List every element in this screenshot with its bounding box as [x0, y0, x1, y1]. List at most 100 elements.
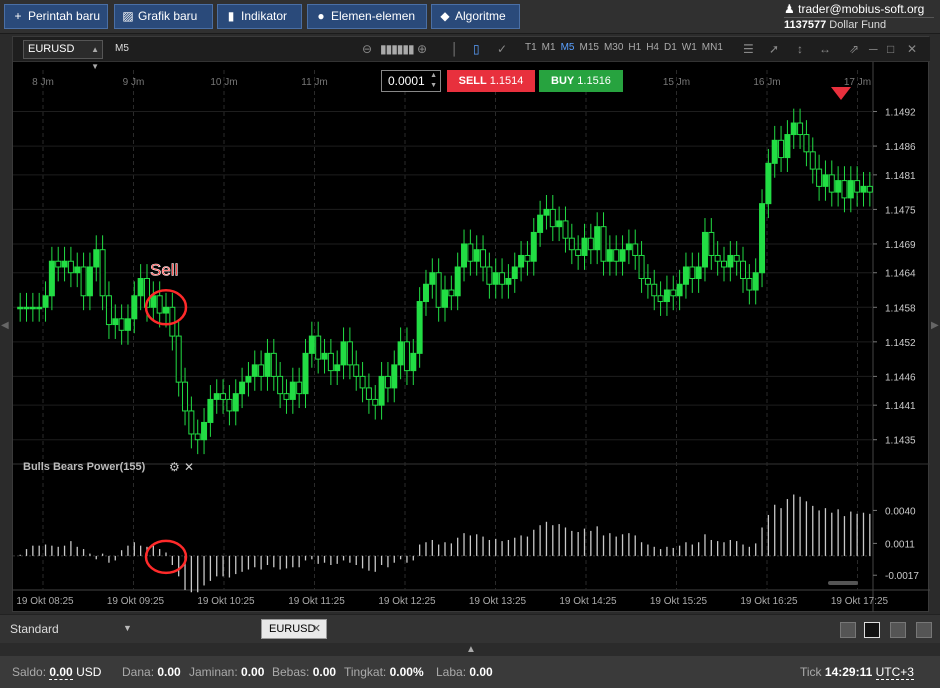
candle-body: [657, 295, 664, 303]
buy-button[interactable]: BUY 1.1516: [539, 70, 623, 92]
volume-input[interactable]: 0.0001 ▲ ▼: [381, 70, 441, 92]
candle-body: [182, 381, 189, 412]
tf-M5[interactable]: M5: [561, 42, 575, 53]
margin: Jaminan: 0.00: [189, 665, 265, 679]
layout-vertical-icon[interactable]: [890, 622, 906, 638]
candle-body: [822, 174, 829, 187]
candle-body: [17, 306, 24, 310]
chevron-down-icon[interactable]: ▼: [123, 623, 132, 633]
timezone-select[interactable]: UTC+3: [875, 665, 914, 680]
popout-icon[interactable]: ⇗: [849, 41, 859, 57]
candle-body: [378, 375, 385, 406]
candle-body: [778, 139, 785, 159]
candle-body: [296, 381, 303, 395]
algorithm-button[interactable]: ◆ Algoritme: [431, 4, 520, 29]
candle-body: [93, 249, 100, 268]
account-info[interactable]: ♟ trader@mobius-soft.org 1137577 Dollar …: [784, 2, 934, 31]
candle-body: [797, 122, 804, 136]
new-order-button[interactable]: + Perintah baru: [4, 4, 108, 29]
candle-body: [784, 134, 791, 159]
candle-body: [499, 272, 506, 285]
candle-body: [239, 381, 246, 395]
tf-T1[interactable]: T1: [525, 42, 537, 53]
new-chart-button[interactable]: ▨ Grafik baru: [114, 4, 213, 29]
line-chart-type-icon[interactable]: ✓: [497, 41, 507, 57]
right-collapse-arrow-icon[interactable]: ▶: [931, 320, 939, 331]
tf-M30[interactable]: M30: [604, 42, 623, 53]
bar-chart-type-icon[interactable]: │: [451, 41, 459, 57]
candle-body: [720, 260, 727, 268]
left-collapse-arrow-icon[interactable]: ◀: [1, 320, 9, 331]
candlestick-type-icon[interactable]: ▯: [473, 41, 480, 57]
candle-body: [454, 266, 461, 297]
candle-body: [575, 249, 582, 256]
candle-body: [803, 134, 810, 153]
price-tick-label: 1.1475: [885, 205, 916, 216]
new-order-label: Perintah baru: [28, 9, 101, 23]
time-axis-label: 19 Okt 08:25: [16, 596, 74, 607]
indicator-settings-icon[interactable]: ⚙: [169, 460, 180, 474]
candle-body: [226, 398, 233, 412]
chart-settings-icon[interactable]: ☰: [743, 41, 754, 57]
symbol-select[interactable]: EURUSD ▲ ▼: [23, 40, 103, 71]
crosshair-icon[interactable]: ➚: [769, 41, 779, 57]
line-chart-icon: ▨: [122, 9, 134, 23]
minimize-icon[interactable]: ─: [869, 41, 878, 57]
tf-M15[interactable]: M15: [579, 42, 598, 53]
maximize-icon[interactable]: □: [887, 41, 894, 57]
volume-spinner-icon[interactable]: ▲ ▼: [430, 71, 437, 91]
candle-body: [74, 266, 81, 274]
layout-grid-icon[interactable]: [864, 622, 880, 638]
tf-W1[interactable]: W1: [682, 42, 697, 53]
candle-body: [61, 260, 68, 268]
layout-horizontal-icon[interactable]: [916, 622, 932, 638]
zoom-slider[interactable]: ▮▮▮▮▮▮: [380, 41, 415, 57]
top-time-label: 8 Jm: [32, 77, 54, 88]
funds: Dana: 0.00: [122, 665, 181, 679]
candle-body: [556, 220, 563, 228]
candle-body: [689, 266, 696, 279]
indicator-close-icon[interactable]: ✕: [184, 460, 194, 474]
workspace-select[interactable]: Standard: [10, 622, 59, 636]
candle-body: [150, 295, 157, 308]
tf-H1[interactable]: H1: [628, 42, 641, 53]
price-tick-label: 1.1469: [885, 240, 916, 251]
elements-button[interactable]: ● Elemen-elemen: [307, 4, 427, 29]
vertical-scale-icon[interactable]: ↕: [797, 41, 803, 57]
indicator-label: Indikator: [241, 9, 288, 23]
candle-body: [486, 266, 493, 285]
tf-H4[interactable]: H4: [646, 42, 659, 53]
expand-panel-icon[interactable]: ▲: [466, 644, 476, 655]
diamond-icon: ◆: [440, 9, 450, 23]
price-tick-label: 1.1446: [885, 372, 916, 383]
price-chart[interactable]: 8 Jm9 Jm10 Jm11 Jm12 Jm13 Jm14 Jm15 Jm16…: [13, 62, 930, 612]
close-chart-icon[interactable]: ✕: [907, 41, 917, 57]
candle-body: [860, 185, 867, 193]
buy-price: 1.1516: [577, 75, 611, 87]
candle-body: [220, 393, 227, 400]
zoom-in-icon[interactable]: ⊕: [417, 41, 427, 57]
indicator-button[interactable]: ▮ Indikator: [217, 4, 302, 29]
tab-eurusd[interactable]: EURUSD ✕: [261, 619, 327, 639]
close-tab-icon[interactable]: ✕: [312, 620, 321, 638]
tf-D1[interactable]: D1: [664, 42, 677, 53]
candle-body: [194, 433, 201, 441]
horizontal-scale-icon[interactable]: ↔: [819, 41, 831, 57]
candle-body: [156, 295, 163, 314]
top-time-label: 10 Jm: [210, 77, 237, 88]
layout-single-icon[interactable]: [840, 622, 856, 638]
tf-MN1[interactable]: MN1: [702, 42, 723, 53]
price-tick-label: 1.1481: [885, 171, 916, 182]
tf-M1[interactable]: M1: [542, 42, 556, 53]
candle-body: [403, 341, 410, 372]
sell-button[interactable]: SELL 1.1514: [447, 70, 535, 92]
zoom-out-icon[interactable]: ⊖: [362, 41, 372, 57]
candle-body: [606, 249, 613, 262]
candle-body: [543, 208, 550, 216]
candle-body: [429, 272, 436, 285]
user-row: ♟ trader@mobius-soft.org: [784, 2, 934, 16]
candle-body: [708, 231, 715, 256]
top-time-label: 17 Jm: [844, 77, 871, 88]
top-time-label: 15 Jm: [663, 77, 690, 88]
candle-body: [790, 122, 797, 136]
